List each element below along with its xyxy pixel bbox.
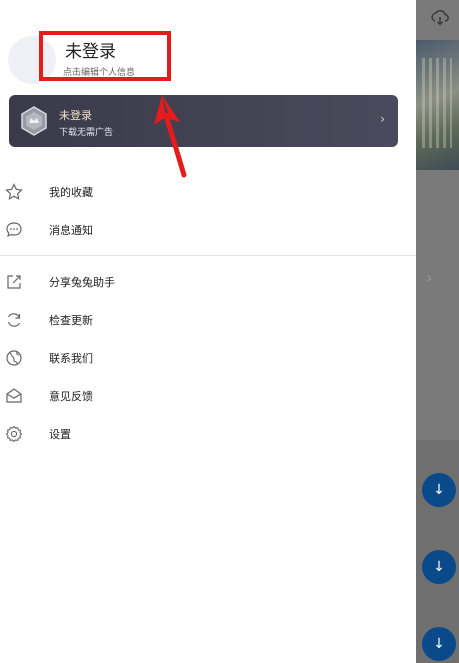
star-icon	[5, 183, 23, 200]
chat-bubble-icon	[6, 222, 22, 238]
download-button[interactable]: ↓	[422, 627, 456, 661]
menu-item-share[interactable]: 分享兔兔助手	[0, 266, 416, 298]
menu-label-feedback: 意见反馈	[49, 390, 93, 403]
background-artwork-image	[416, 40, 459, 170]
globe-icon	[6, 350, 22, 366]
menu-label-favorites: 我的收藏	[49, 186, 93, 199]
background-chevron-icon: ›	[426, 268, 433, 287]
menu-item-favorites[interactable]: 我的收藏	[0, 176, 416, 208]
cloud-download-icon[interactable]	[430, 8, 450, 26]
menu-label-check-update: 检查更新	[49, 314, 93, 327]
vip-badge-icon	[21, 106, 47, 136]
download-button[interactable]: ↓	[422, 473, 456, 507]
annotation-highlight-box	[39, 31, 171, 81]
screen: › ↓ ↓ ↓ 未登录 点击编辑个人信息 未登录 下载无需广告 › 我的收藏 消…	[0, 0, 459, 663]
gear-icon	[5, 425, 23, 443]
annotation-arrow-icon	[154, 95, 187, 178]
menu-item-settings[interactable]: 设置	[0, 418, 416, 450]
vip-subtitle: 下载无需广告	[59, 128, 114, 138]
background-app-overlay[interactable]: › ↓ ↓ ↓	[416, 0, 459, 663]
download-button[interactable]: ↓	[422, 550, 456, 584]
vip-title: 未登录	[59, 109, 92, 122]
menu-item-notifications[interactable]: 消息通知	[0, 214, 416, 246]
refresh-icon	[7, 313, 21, 327]
menu-divider	[0, 255, 416, 256]
menu-item-feedback[interactable]: 意见反馈	[0, 380, 416, 412]
menu-item-contact[interactable]: 联系我们	[0, 342, 416, 374]
mail-icon	[6, 388, 22, 403]
menu-label-share: 分享兔兔助手	[49, 276, 115, 289]
share-icon	[7, 275, 21, 289]
menu-label-contact: 联系我们	[49, 352, 93, 365]
chevron-right-icon: ›	[380, 112, 385, 126]
side-drawer: 未登录 点击编辑个人信息 未登录 下载无需广告 › 我的收藏 消息通知 分享兔兔…	[0, 0, 416, 663]
menu-item-check-update[interactable]: 检查更新	[0, 304, 416, 336]
menu-label-settings: 设置	[49, 428, 71, 441]
menu-label-notifications: 消息通知	[49, 224, 93, 237]
vip-card[interactable]: 未登录 下载无需广告 ›	[9, 95, 398, 147]
